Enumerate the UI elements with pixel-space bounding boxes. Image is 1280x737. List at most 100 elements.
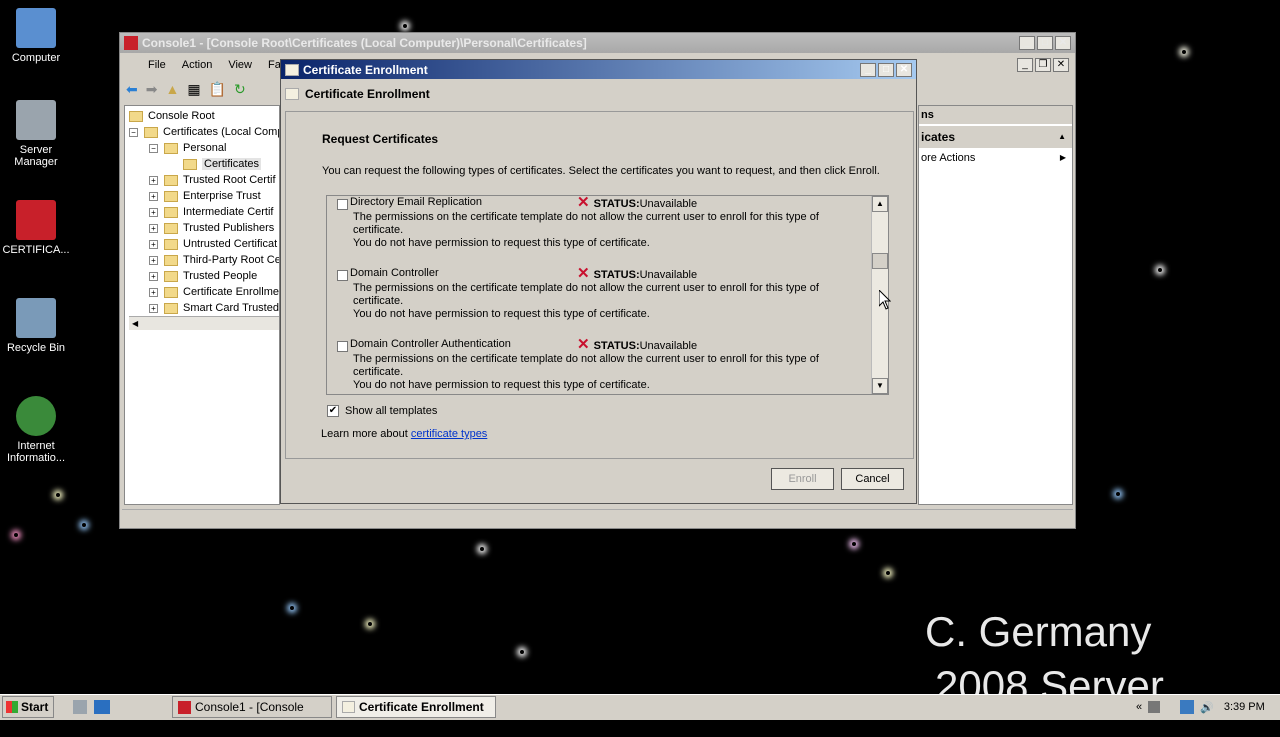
clock[interactable]: 3:39 PM (1224, 701, 1265, 713)
dialog-close-button[interactable]: ✕ (896, 62, 912, 77)
tree-item-store[interactable]: + Third-Party Root Ce (129, 252, 279, 268)
menu-view[interactable]: View (228, 59, 252, 71)
system-tray: « 🔊 3:39 PM (1136, 697, 1265, 717)
quicklaunch-server-manager-icon[interactable] (73, 700, 87, 714)
recycle-bin-icon (16, 298, 56, 338)
actions-section-certificates[interactable]: icates ▲ (919, 126, 1072, 148)
collapse-up-icon[interactable]: ▲ (1058, 126, 1066, 148)
tree-item-personal[interactable]: − Personal (129, 140, 275, 156)
tree-item-store[interactable]: + Certificate Enrollme (129, 284, 279, 300)
menu-bar: File Action View Fav (124, 59, 286, 71)
expand-icon[interactable]: + (149, 191, 158, 201)
dialog-minimize-button[interactable]: _ (860, 62, 876, 77)
collapse-icon[interactable]: − (149, 143, 158, 153)
refresh-icon[interactable]: ↻ (234, 81, 246, 98)
more-actions-item[interactable]: ore Actions ▶ (919, 148, 1072, 168)
desktop-icon-computer[interactable]: Computer (0, 8, 72, 64)
forward-icon[interactable]: ➡ (146, 81, 158, 98)
scroll-thumb[interactable] (872, 253, 888, 269)
tree-horizontal-scrollbar[interactable]: ◀ (129, 316, 279, 330)
expand-icon[interactable]: + (149, 223, 158, 233)
start-button[interactable]: Start (2, 696, 54, 718)
section-title: Request Certificates (322, 132, 439, 146)
tree-item-store[interactable]: + Smart Card Trusted (129, 300, 279, 316)
close-button[interactable]: ✕ (1055, 36, 1071, 50)
certificate-types-link[interactable]: certificate types (411, 428, 487, 440)
folder-icon (164, 206, 178, 218)
folder-icon (183, 158, 197, 170)
back-icon[interactable]: ⬅ (126, 81, 138, 98)
volume-icon[interactable]: 🔊 (1200, 701, 1214, 714)
tray-app-icon[interactable] (1148, 701, 1161, 713)
expand-icon[interactable]: + (149, 303, 158, 313)
maximize-button[interactable]: □ (1037, 36, 1053, 50)
expand-icon[interactable]: + (149, 287, 158, 297)
tree-item-certificates-local[interactable]: − Certificates (Local Comp (129, 124, 279, 140)
scroll-down-button[interactable]: ▼ (872, 378, 888, 394)
show-all-checkbox[interactable]: ✔ (327, 405, 339, 417)
unavailable-x-icon: ✕ (577, 336, 590, 353)
desktop-icon-certificates[interactable]: CERTIFICA... (0, 200, 72, 256)
template-checkbox[interactable] (337, 270, 348, 281)
unavailable-x-icon: ✕ (577, 265, 590, 282)
tree-item-store[interactable]: + Enterprise Trust (129, 188, 275, 204)
expand-icon[interactable]: + (149, 271, 158, 281)
tree-item-store[interactable]: + Trusted Publishers (129, 220, 275, 236)
unavailable-x-icon: ✕ (577, 195, 590, 211)
mmc-icon (178, 701, 191, 714)
minimize-button[interactable]: _ (1019, 36, 1035, 50)
template-list: Directory Email Replication ✕ STATUS:Unav… (326, 195, 889, 395)
menu-file[interactable]: File (148, 59, 166, 71)
collapse-icon[interactable]: − (129, 127, 138, 137)
tree-item-console-root[interactable]: Console Root (129, 108, 275, 124)
tree-item-store[interactable]: + Untrusted Certificat (129, 236, 277, 252)
scroll-up-button[interactable]: ▲ (872, 196, 888, 212)
export-list-icon[interactable]: 📋 (209, 81, 226, 98)
quicklaunch-show-desktop-icon[interactable] (94, 700, 110, 714)
tree-item-store[interactable]: + Trusted People (129, 268, 275, 284)
desktop-icon-iis[interactable]: Internet Informatio... (0, 396, 72, 464)
folder-icon (164, 222, 178, 234)
expand-icon[interactable]: + (149, 175, 158, 185)
menu-action[interactable]: Action (182, 59, 213, 71)
template-checkbox[interactable] (337, 199, 348, 210)
folder-icon (164, 238, 178, 250)
folder-icon (164, 270, 178, 282)
show-all-templates[interactable]: ✔ Show all templates (327, 405, 437, 417)
show-hidden-icons-button[interactable]: « (1136, 701, 1142, 713)
dialog-maximize-button[interactable]: □ (878, 62, 894, 77)
mouse-cursor-icon (879, 290, 891, 310)
show-hide-tree-icon[interactable]: ▦ (187, 81, 200, 98)
child-restore-button[interactable]: ❐ (1035, 58, 1051, 72)
mmc-title-bar: Console1 - [Console Root\Certificates (L… (120, 33, 1075, 53)
cancel-button[interactable]: Cancel (841, 468, 904, 490)
dialog-title-bar: Certificate Enrollment _ □ ✕ (281, 60, 916, 79)
console-tree: Console Root − Certificates (Local Comp −… (124, 105, 280, 505)
expand-icon[interactable]: + (149, 239, 158, 249)
network-icon[interactable] (1180, 700, 1195, 714)
taskbar-item-console1[interactable]: Console1 - [Console Roo... (172, 696, 332, 734)
submenu-arrow-icon: ▶ (1059, 153, 1066, 162)
server-manager-icon (16, 100, 56, 140)
tree-item-personal-certificates[interactable]: Certificates (129, 156, 275, 172)
folder-icon (164, 174, 178, 186)
enroll-button[interactable]: Enroll (771, 468, 834, 490)
child-close-button[interactable]: ✕ (1053, 58, 1069, 72)
expand-icon[interactable]: + (149, 207, 158, 217)
child-window-controls: _ ❐ ✕ (1015, 58, 1069, 72)
template-checkbox[interactable] (337, 341, 348, 352)
content-panel: Request Certificates You can request the… (285, 111, 914, 459)
tree-item-store[interactable]: + Intermediate Certif (129, 204, 275, 220)
child-minimize-button[interactable]: _ (1017, 58, 1033, 72)
dialog-header: Certificate Enrollment (285, 87, 430, 101)
desktop-icon-server-manager[interactable]: Server Manager (0, 100, 72, 168)
folder-icon (164, 286, 178, 298)
up-folder-icon[interactable]: ▲ (165, 81, 179, 98)
expand-icon[interactable]: + (149, 255, 158, 265)
taskbar-item-certificate-enrollment[interactable]: Certificate Enrollment (336, 696, 496, 718)
actions-header: ns (919, 106, 1072, 124)
certificate-icon (342, 701, 355, 713)
tree-item-store[interactable]: + Trusted Root Certif (129, 172, 276, 188)
desktop-icon-recycle-bin[interactable]: Recycle Bin (0, 298, 72, 354)
folder-icon (164, 190, 178, 202)
